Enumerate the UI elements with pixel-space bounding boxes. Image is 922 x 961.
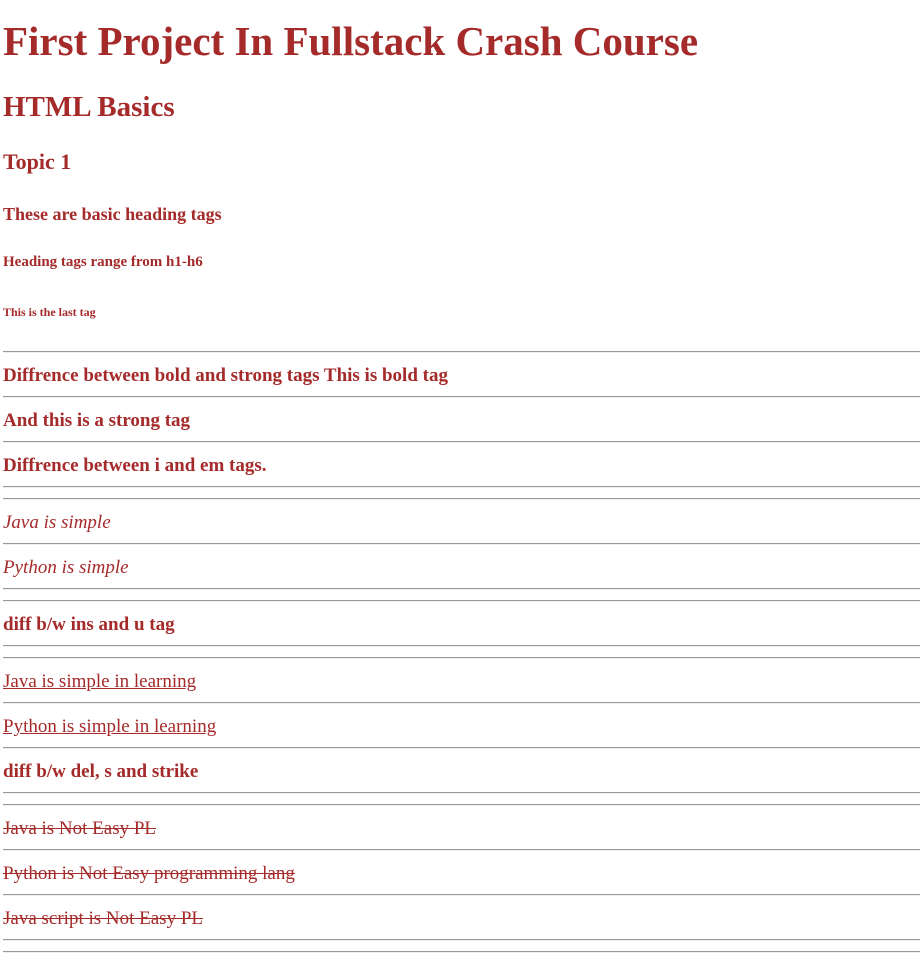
bold-strong-line: Diffrence between bold and strong tags T… (3, 365, 448, 386)
italic-em-title: Diffrence between i and em tags. (3, 455, 267, 476)
u-text: Python is simple in learning (3, 716, 217, 737)
italic-text: Java is simple (3, 512, 111, 533)
del-strike-title: diff b/w del, s and strike (3, 761, 199, 782)
horizontal-rule (3, 645, 920, 647)
em-text: Python is simple (3, 557, 129, 578)
horizontal-rule (3, 351, 920, 353)
horizontal-rule (3, 747, 920, 749)
horizontal-rule (3, 702, 920, 704)
horizontal-rule (3, 396, 920, 398)
horizontal-rule (3, 792, 920, 794)
horizontal-rule (3, 939, 920, 941)
strong-text: And this is a strong tag (3, 410, 191, 431)
horizontal-rule (3, 894, 920, 896)
horizontal-rule (3, 498, 920, 500)
horizontal-rule (3, 849, 920, 851)
horizontal-rule (3, 486, 920, 488)
horizontal-rule (3, 543, 920, 545)
heading-h2: HTML Basics (3, 91, 175, 123)
horizontal-rule (3, 441, 920, 443)
heading-h1: First Project In Fullstack Crash Course (3, 18, 699, 64)
heading-h3: Topic 1 (3, 149, 72, 174)
ins-text: Java is simple in learning (3, 671, 197, 692)
strike-text: Java script is Not Easy PL (3, 908, 204, 929)
horizontal-rule (3, 588, 920, 590)
horizontal-rule (3, 804, 920, 806)
horizontal-rule (3, 951, 920, 953)
horizontal-rule (3, 600, 920, 602)
heading-h5: Heading tags range from h1-h6 (3, 254, 203, 270)
ins-u-title: diff b/w ins and u tag (3, 614, 175, 635)
heading-h6: This is the last tag (3, 305, 96, 319)
horizontal-rule (3, 657, 920, 659)
heading-h4: These are basic heading tags (3, 204, 222, 224)
del-text: Java is Not Easy PL (3, 818, 157, 839)
s-text: Python is Not Easy programming lang (3, 863, 295, 884)
